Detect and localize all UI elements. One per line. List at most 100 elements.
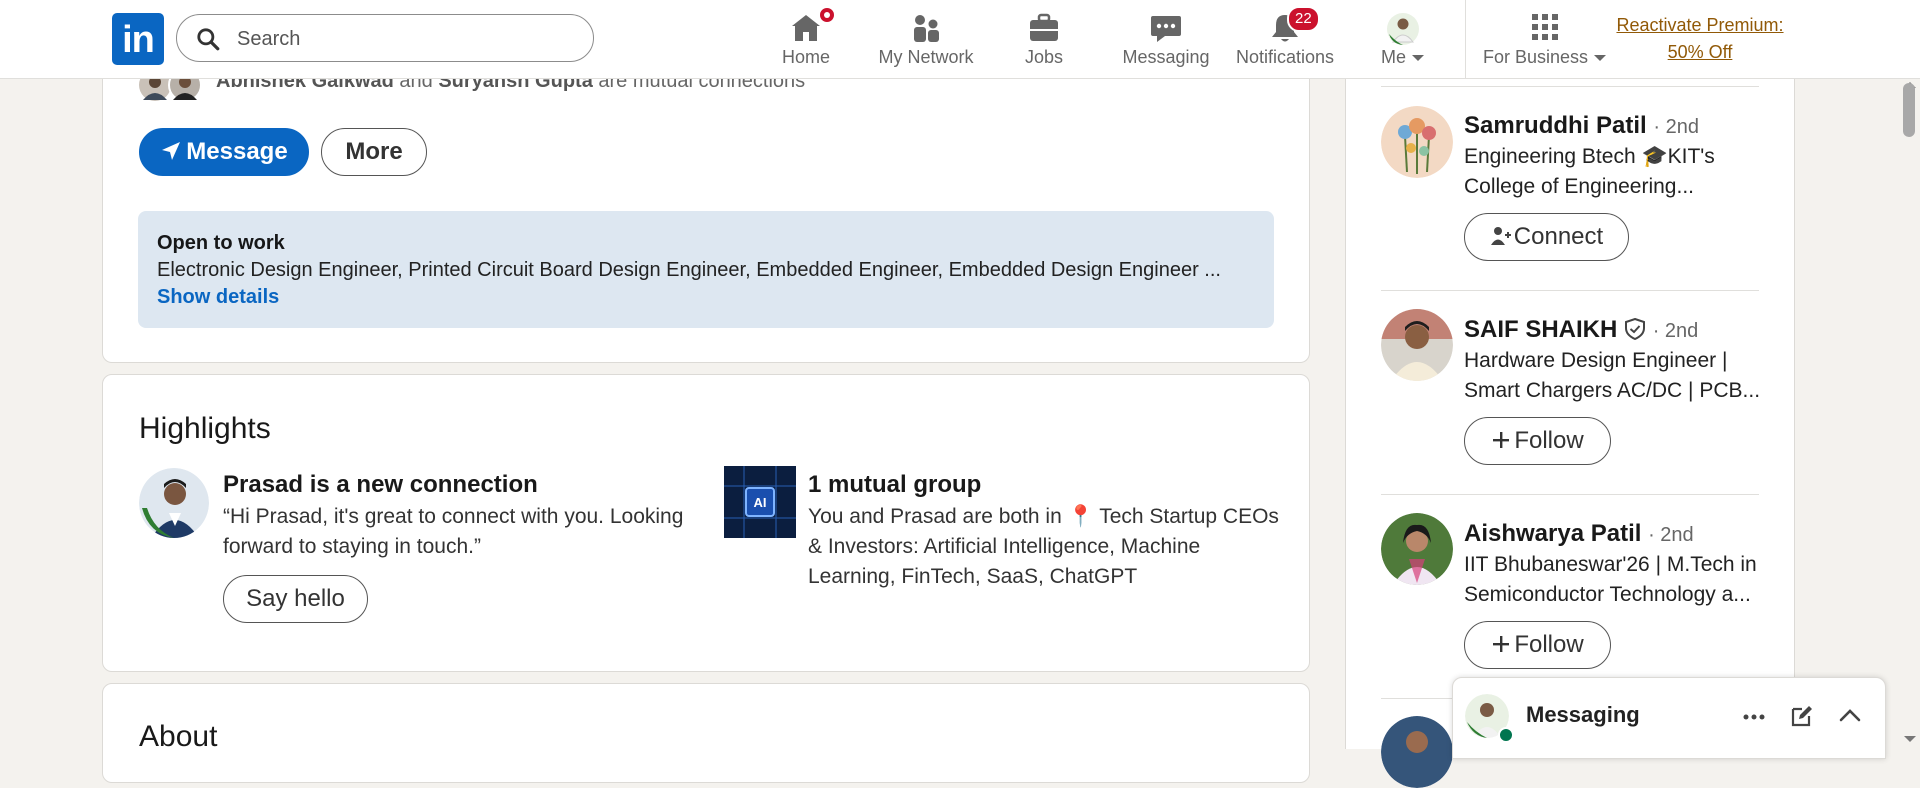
aishwarya-avatar[interactable] xyxy=(1381,513,1453,585)
nav-messaging[interactable]: Messaging xyxy=(1121,0,1211,78)
suggestion-headline-2-line-2: Smart Chargers AC/DC | PCB... xyxy=(1464,379,1761,402)
connect-button[interactable]: Connect xyxy=(1464,213,1629,261)
page-scrollbar[interactable] xyxy=(1900,78,1920,749)
new-connection-line-2: forward to staying in touch.” xyxy=(223,535,481,558)
suggestion-name-2[interactable]: SAIF SHAIKH · 2nd xyxy=(1464,316,1698,344)
message-button[interactable]: Message xyxy=(139,128,309,176)
suggestion-name-2-text: SAIF SHAIKH xyxy=(1464,316,1618,343)
samruddhi-avatar[interactable] xyxy=(1381,106,1453,178)
nav-my-network[interactable]: My Network xyxy=(873,0,979,78)
plus-icon xyxy=(1493,432,1510,448)
mutual-group-title: 1 mutual group xyxy=(808,471,982,498)
say-hello-button[interactable]: Say hello xyxy=(223,575,368,623)
suggestion-headline-3: IIT Bhubaneswar'26 | M.Tech in Semicondu… xyxy=(1464,550,1764,610)
new-connection-title: Prasad is a new connection xyxy=(223,471,538,498)
verified-shield-icon xyxy=(1625,317,1646,341)
suggestion-name-3-text: Aishwarya Patil xyxy=(1464,520,1642,547)
more-button[interactable]: More xyxy=(321,128,427,176)
suggestion-headline-1-line-1: Engineering Btech 🎓KIT's xyxy=(1464,145,1715,168)
follow-button-label: Follow xyxy=(1514,427,1584,454)
search-box[interactable] xyxy=(176,14,594,62)
nav-for-business[interactable]: For Business xyxy=(1482,0,1608,78)
open-to-work-panel: Open to work Electronic Design Engineer,… xyxy=(138,211,1274,328)
scroll-down-arrow-icon[interactable] xyxy=(1902,734,1918,744)
about-card xyxy=(102,683,1310,783)
chevron-down-icon xyxy=(1412,55,1425,61)
premium-line-2: 50% Off xyxy=(1667,42,1733,62)
messaging-overlay[interactable]: Messaging xyxy=(1452,677,1886,759)
nav-for-business-text: For Business xyxy=(1482,47,1589,67)
suggestion-headline-3-line-1: IIT Bhubaneswar'26 | M.Tech in xyxy=(1464,553,1757,576)
nav-notifications-label: Notifications xyxy=(1235,47,1335,67)
nav-me-label: Me xyxy=(1370,47,1436,68)
plus-icon xyxy=(1493,636,1510,652)
suggestion-name-1[interactable]: Samruddhi Patil · 2nd xyxy=(1464,112,1699,140)
nav-for-business-label: For Business xyxy=(1482,47,1608,68)
people-icon xyxy=(914,15,939,42)
nav-home-label: Home xyxy=(781,47,830,67)
mutual-group-line-3: Learning, FinTech, SaaS, ChatGPT xyxy=(808,565,1138,588)
nav-jobs[interactable]: Jobs xyxy=(1013,0,1075,78)
linkedin-logo[interactable]: in xyxy=(112,13,164,65)
search-icon xyxy=(197,28,220,51)
profile-avatar-icon xyxy=(1387,13,1419,45)
nav-me-text: Me xyxy=(1380,47,1406,67)
suggestion-headline-2: Hardware Design Engineer | Smart Charger… xyxy=(1464,346,1764,406)
follow-button[interactable]: Follow xyxy=(1464,621,1611,669)
mutual-group-description: You and Prasad are both in 📍 Tech Startu… xyxy=(808,502,1279,592)
prasad-avatar[interactable] xyxy=(139,468,209,538)
next-suggestion-avatar[interactable] xyxy=(1381,716,1453,788)
suggestion-headline-2-line-1: Hardware Design Engineer | xyxy=(1464,349,1728,372)
chat-bubble-icon xyxy=(1151,16,1181,42)
online-status-dot xyxy=(1498,727,1514,743)
nav-divider xyxy=(1465,0,1466,78)
nav-me[interactable]: Me xyxy=(1370,0,1436,78)
suggestion-degree-1: · 2nd xyxy=(1653,116,1699,138)
mutual-group-line-2: & Investors: Artificial Intelligence, Ma… xyxy=(808,535,1201,558)
scrollbar-thumb[interactable] xyxy=(1903,83,1915,137)
rail-divider xyxy=(1381,290,1759,291)
suggestion-degree-2: · 2nd xyxy=(1652,320,1699,342)
rail-divider xyxy=(1381,494,1759,495)
messaging-title: Messaging xyxy=(1526,702,1640,727)
follow-button[interactable]: Follow xyxy=(1464,417,1611,465)
suggestion-headline-1-line-2: College of Engineering... xyxy=(1464,175,1694,198)
nav-messaging-label: Messaging xyxy=(1122,47,1210,67)
saif-avatar[interactable] xyxy=(1381,309,1453,381)
nav-jobs-label: Jobs xyxy=(1024,47,1064,67)
briefcase-icon xyxy=(1030,13,1058,41)
reactivate-premium-link[interactable]: Reactivate Premium: 50% Off xyxy=(1610,12,1790,66)
mutual-group-line-1: You and Prasad are both in 📍 Tech Startu… xyxy=(808,505,1279,528)
search-input[interactable] xyxy=(235,23,579,55)
global-nav: in Home My Network Jobs xyxy=(0,0,1920,79)
open-to-work-roles: Electronic Design Engineer, Printed Circ… xyxy=(157,259,1221,281)
more-options-icon[interactable] xyxy=(1741,704,1767,730)
rail-divider xyxy=(1381,86,1759,87)
apps-grid-icon xyxy=(1532,14,1558,40)
notifications-count-badge: 22 xyxy=(1287,6,1320,32)
send-icon xyxy=(162,142,181,160)
nav-my-network-label: My Network xyxy=(878,47,974,67)
chevron-down-icon xyxy=(1594,55,1607,61)
suggestion-name-1-text: Samruddhi Patil xyxy=(1464,112,1647,139)
group-logo-text: AI xyxy=(754,495,767,510)
new-connection-line-1: “Hi Prasad, it's great to connect with y… xyxy=(223,505,684,528)
home-notification-dot xyxy=(818,6,836,24)
suggestion-degree-3: · 2nd xyxy=(1648,524,1694,546)
nav-home[interactable]: Home xyxy=(770,0,842,78)
highlights-title: Highlights xyxy=(139,412,271,445)
message-button-label: Message xyxy=(186,138,288,165)
nav-notifications[interactable]: 22 Notifications xyxy=(1235,0,1335,78)
suggestion-name-3[interactable]: Aishwarya Patil · 2nd xyxy=(1464,520,1694,548)
premium-line-1: Reactivate Premium: xyxy=(1616,15,1784,35)
suggestion-headline-3-line-2: Semiconductor Technology a... xyxy=(1464,583,1751,606)
compose-icon[interactable] xyxy=(1789,703,1815,729)
new-connection-message: “Hi Prasad, it's great to connect with y… xyxy=(223,502,683,562)
follow-button-label: Follow xyxy=(1514,631,1584,658)
connect-button-label: Connect xyxy=(1513,223,1604,250)
suggestion-headline-1: Engineering Btech 🎓KIT's College of Engi… xyxy=(1464,142,1764,202)
chevron-up-icon[interactable] xyxy=(1837,703,1863,729)
group-logo[interactable]: AI xyxy=(724,466,796,538)
show-details-link[interactable]: Show details xyxy=(157,286,279,309)
add-person-icon xyxy=(1490,227,1511,245)
